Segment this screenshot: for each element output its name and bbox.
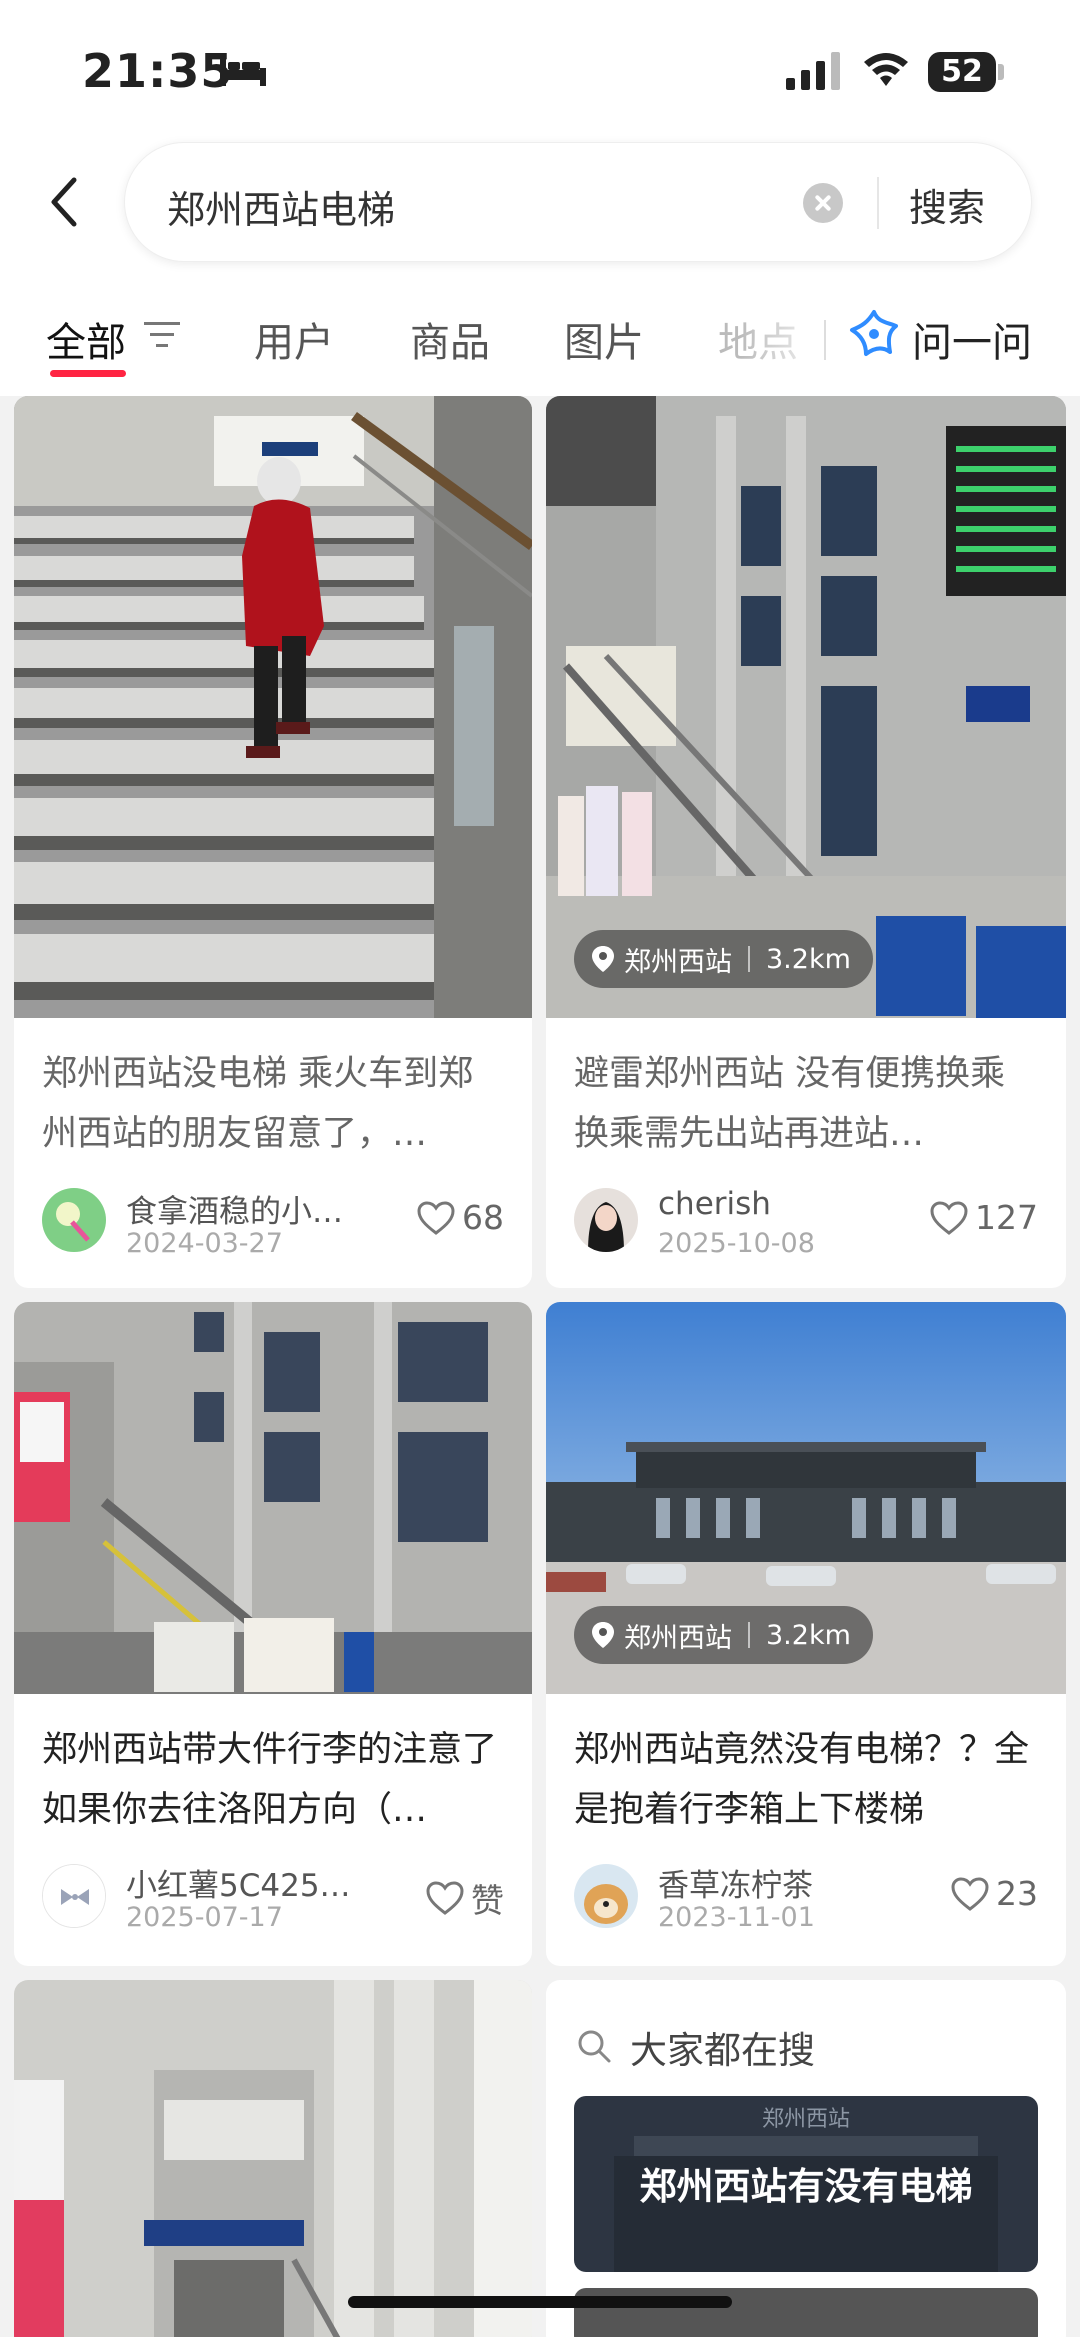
- tab-products[interactable]: 商品: [410, 310, 490, 368]
- post-card[interactable]: [14, 1980, 532, 2337]
- trending-searches-title: 大家都在搜: [630, 2029, 815, 2072]
- post-date: 2024-03-27: [126, 1228, 283, 1259]
- location-tag[interactable]: 郑州西站 3.2km: [574, 930, 873, 988]
- battery-icon: 52: [928, 52, 996, 92]
- post-card[interactable]: 郑州西站 3.2km 郑州西站竟然没有电梯？？全是抱着行李箱上下楼梯 香草冻柠茶…: [546, 1302, 1066, 1966]
- search-input[interactable]: 郑州西站电梯 搜索: [124, 142, 1032, 262]
- tab-all[interactable]: 全部: [46, 310, 126, 368]
- location-distance: 3.2km: [766, 943, 851, 975]
- post-card[interactable]: 郑州西站没电梯 乘火车到郑州西站的朋友留意了，… 食拿酒稳的小… 2024-03…: [14, 396, 532, 1288]
- heart-icon: [930, 1200, 968, 1235]
- search-divider: [877, 177, 879, 229]
- post-date: 2025-07-17: [126, 1902, 283, 1933]
- trending-search-item[interactable]: 郑州西站 郑州西站有没有电梯: [574, 2096, 1038, 2272]
- like-count: 127: [975, 1198, 1038, 1237]
- like-button[interactable]: 68: [416, 1198, 504, 1237]
- heart-icon: [426, 1881, 464, 1915]
- trending-search-label: 郑州西站有没有电梯: [639, 2165, 973, 2208]
- tab-users[interactable]: 用户: [254, 310, 334, 368]
- home-indicator[interactable]: [348, 2296, 732, 2308]
- post-cover-image: [14, 1302, 532, 1694]
- ask-ai-icon[interactable]: [848, 308, 900, 360]
- location-name: 郑州西站: [624, 946, 732, 978]
- location-name: 郑州西站: [624, 1622, 732, 1654]
- avatar: [574, 1188, 638, 1252]
- search-query-text: 郑州西站电梯: [167, 188, 396, 232]
- result-tabs: 全部 用户 商品 图片 地点 问一问: [0, 290, 1080, 396]
- post-title: 郑州西站没电梯 乘火车到郑州西站的朋友留意了，…: [42, 1054, 474, 1154]
- location-separator: [748, 946, 750, 972]
- avatar: [574, 1864, 638, 1928]
- post-title: 避雷郑州西站 没有便携换乘 换乘需先出站再进站…: [574, 1054, 1006, 1154]
- like-count: 赞: [471, 1881, 504, 1920]
- heart-icon: [417, 1200, 455, 1235]
- post-title: 郑州西站带大件行李的注意了 如果你去往洛阳方向（…: [42, 1730, 498, 1830]
- post-author: 食拿酒稳的小…: [126, 1194, 343, 1230]
- tab-separator: [824, 320, 826, 360]
- post-cover-image: [14, 396, 532, 1018]
- post-card[interactable]: 郑州西站 3.2km 避雷郑州西站 没有便携换乘 换乘需先出站再进站… cher…: [546, 396, 1066, 1288]
- station-banner-sign: 郑州西站: [762, 2107, 850, 2132]
- location-pin-icon: [592, 1622, 614, 1648]
- post-author: 小红薯5C425256: [126, 1868, 366, 1904]
- search-icon: [578, 2030, 611, 2063]
- post-author: 香草冻柠茶: [658, 1868, 813, 1904]
- status-bar: 21:35 52: [0, 0, 1080, 140]
- post-date: 2023-11-01: [658, 1902, 815, 1933]
- ask-button[interactable]: 问一问: [912, 310, 1032, 368]
- avatar: [42, 1188, 106, 1252]
- like-count: 68: [462, 1198, 504, 1237]
- back-arrow-icon[interactable]: [44, 174, 88, 230]
- location-distance: 3.2km: [766, 1619, 851, 1651]
- post-title: 郑州西站竟然没有电梯？？全是抱着行李箱上下楼梯: [574, 1730, 1030, 1830]
- post-card[interactable]: 郑州西站带大件行李的注意了 如果你去往洛阳方向（… 小红薯5C425256 20…: [14, 1302, 532, 1966]
- location-tag[interactable]: 郑州西站 3.2km: [574, 1606, 873, 1664]
- location-pin-icon: [592, 946, 614, 972]
- like-button[interactable]: 127: [929, 1198, 1038, 1237]
- post-cover-image: [546, 396, 1066, 1018]
- battery-tip: [998, 64, 1004, 80]
- wifi-icon: [864, 53, 908, 86]
- post-date: 2025-10-08: [658, 1228, 815, 1259]
- heart-icon: [951, 1876, 989, 1911]
- like-count: 23: [996, 1874, 1038, 1913]
- location-separator: [748, 1622, 750, 1648]
- post-author: cherish: [658, 1186, 771, 1222]
- active-tab-indicator: [50, 370, 126, 377]
- tab-images[interactable]: 图片: [564, 310, 644, 368]
- avatar: [42, 1864, 106, 1928]
- sleep-focus-icon: [220, 58, 266, 86]
- search-button[interactable]: 搜索: [909, 177, 985, 232]
- trending-searches-card: 大家都在搜 郑州西站 郑州西站有没有电梯: [546, 1980, 1066, 2337]
- post-cover-image: [14, 1980, 532, 2337]
- like-button[interactable]: 23: [950, 1874, 1038, 1913]
- like-button[interactable]: 赞: [425, 1874, 504, 1922]
- search-header: 郑州西站电梯 搜索: [0, 140, 1080, 290]
- status-time: 21:35: [82, 44, 234, 98]
- filter-icon[interactable]: [144, 320, 182, 350]
- cellular-signal-icon: [786, 52, 840, 90]
- clear-icon[interactable]: [803, 183, 843, 223]
